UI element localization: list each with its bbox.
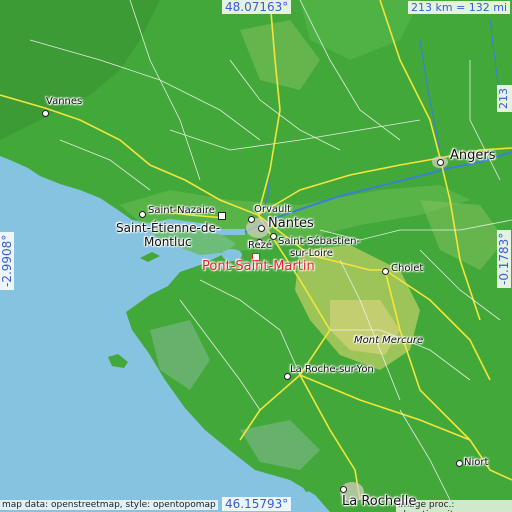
- niort-marker: [456, 460, 463, 467]
- place-label-reze: Rezé: [248, 240, 273, 251]
- place-label-vannes: Vannes: [46, 96, 83, 107]
- peak-label-mont-mercure: Mont Mercure: [354, 335, 424, 346]
- place-label-saint-etienne-1: Saint-Étienne-de-: [116, 221, 221, 235]
- place-label-saint-nazaire: Saint-Nazaire: [148, 205, 215, 216]
- angers-marker: [437, 159, 444, 166]
- left-longitude-label: -2.9908°: [0, 231, 14, 290]
- place-label-cholet: Cholet: [391, 263, 424, 274]
- orvault-marker: [248, 216, 255, 223]
- saint-sebastien-marker: [270, 233, 277, 240]
- top-latitude-label: 48.07163°: [222, 0, 292, 14]
- place-label-la-roche-sur-yon: La Roche-sur-Yon: [290, 364, 374, 375]
- nantes-marker: [258, 225, 265, 232]
- la-rochelle-marker: [340, 486, 347, 493]
- place-label-saint-sebastien-2: sur-Loire: [290, 248, 333, 259]
- place-label-la-rochelle: La Rochelle: [342, 494, 417, 509]
- map-view[interactable]: 48.07163° 46.15793° -2.9908° -0.1783° 21…: [0, 0, 512, 512]
- place-label-saint-sebastien-1: Saint-Sébastien-: [278, 236, 361, 247]
- vannes-marker: [42, 110, 49, 117]
- place-label-angers: Angers: [450, 148, 496, 163]
- scale-label: 213 km = 132 mi: [408, 1, 511, 14]
- place-label-orvault: Orvault: [254, 204, 292, 215]
- scale-label-vertical: 213 km = 132 mi: [497, 85, 512, 112]
- highlight-place-label: Pont-Saint-Martin: [202, 259, 315, 274]
- saint-etienne-marker: [218, 212, 226, 220]
- cholet-marker: [382, 268, 389, 275]
- place-label-niort: Niort: [464, 457, 489, 468]
- right-longitude-label: -0.1783°: [497, 229, 511, 288]
- bottom-latitude-label: 46.15793°: [222, 497, 292, 511]
- map-credit: map data: openstreetmap, style: opentopo…: [0, 500, 218, 510]
- saint-nazaire-marker: [139, 211, 146, 218]
- place-label-nantes: Nantes: [268, 216, 314, 231]
- place-label-saint-etienne-2: Montluc: [144, 235, 192, 249]
